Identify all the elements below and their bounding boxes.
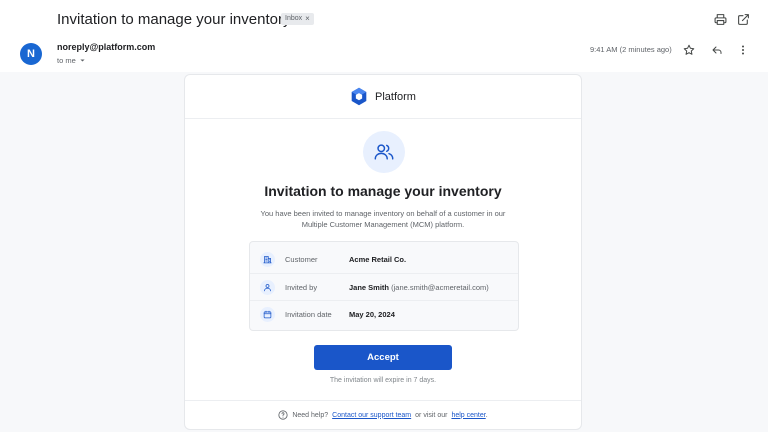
- help-middle-text: or visit our: [415, 411, 448, 419]
- detail-label: Invited by: [285, 282, 318, 292]
- recipient-details-toggle[interactable]: to me: [57, 56, 86, 65]
- detail-row-customer: Customer Acme Retail Co.: [250, 246, 518, 273]
- sent-time: 9:41 AM (2 minutes ago): [590, 45, 672, 54]
- open-in-new-window-icon[interactable]: [735, 11, 751, 27]
- invitation-description: You have been invited to manage inventor…: [260, 209, 506, 229]
- user-icon: [260, 279, 275, 295]
- platform-logo-icon: [351, 87, 367, 106]
- detail-value: Acme Retail Co.: [349, 255, 407, 264]
- reply-icon[interactable]: [710, 43, 724, 57]
- brand-name: Platform: [375, 90, 416, 103]
- subject-bar: Invitation to manage your inventory Inbo…: [0, 0, 768, 38]
- inviter-email: (jane.smith@acmeretail.com): [391, 282, 489, 292]
- help-center-wrapper: help center.: [451, 412, 487, 419]
- email-subject: Invitation to manage your inventory: [57, 11, 291, 28]
- detail-row-invited-by: Invited by Jane Smith (jane.smith@acmere…: [250, 273, 518, 300]
- detail-value: Jane Smith (jane.smith@acmeretail.com): [349, 282, 489, 292]
- more-vertical-icon[interactable]: [736, 43, 750, 57]
- calendar-icon: [260, 306, 275, 322]
- caret-down-icon: [80, 59, 85, 62]
- invitation-title: Invitation to manage your inventory: [264, 183, 502, 199]
- sender-email[interactable]: noreply@platform.com: [57, 42, 155, 52]
- detail-label: Customer: [285, 255, 318, 264]
- accept-button[interactable]: Accept: [314, 345, 452, 370]
- sender-bar: N noreply@platform.com to me 9:41 AM (2 …: [0, 38, 768, 72]
- expiry-note: The invitation will expire in 7 days.: [329, 377, 437, 384]
- detail-label: Invitation date: [285, 309, 332, 319]
- invitation-details-panel: Customer Acme Retail Co. Invited by Jane…: [249, 241, 519, 331]
- inbox-label-chip[interactable]: Inbox ×: [281, 13, 314, 25]
- email-card: Platform Invitation to manage your inven…: [184, 74, 582, 430]
- detail-value: May 20, 2024: [349, 309, 395, 319]
- detail-row-invitation-date: Invitation date May 20, 2024: [250, 300, 518, 327]
- users-icon: [363, 131, 405, 173]
- help-center-link[interactable]: help center: [451, 412, 485, 419]
- help-footer: Need help? Contact our support team or v…: [185, 400, 581, 429]
- inbox-label-text: Inbox: [285, 15, 303, 22]
- avatar[interactable]: N: [20, 43, 42, 65]
- help-suffix: .: [485, 411, 488, 419]
- recipient-label: to me: [57, 56, 76, 65]
- building-icon: [260, 252, 275, 267]
- remove-label-icon[interactable]: ×: [305, 13, 310, 25]
- help-icon: [278, 410, 288, 420]
- contact-support-link[interactable]: Contact our support team: [332, 412, 411, 419]
- brand-header: Platform: [185, 75, 581, 119]
- print-icon[interactable]: [712, 11, 728, 27]
- help-prefix: Need help?: [292, 411, 329, 419]
- star-icon[interactable]: [682, 43, 696, 57]
